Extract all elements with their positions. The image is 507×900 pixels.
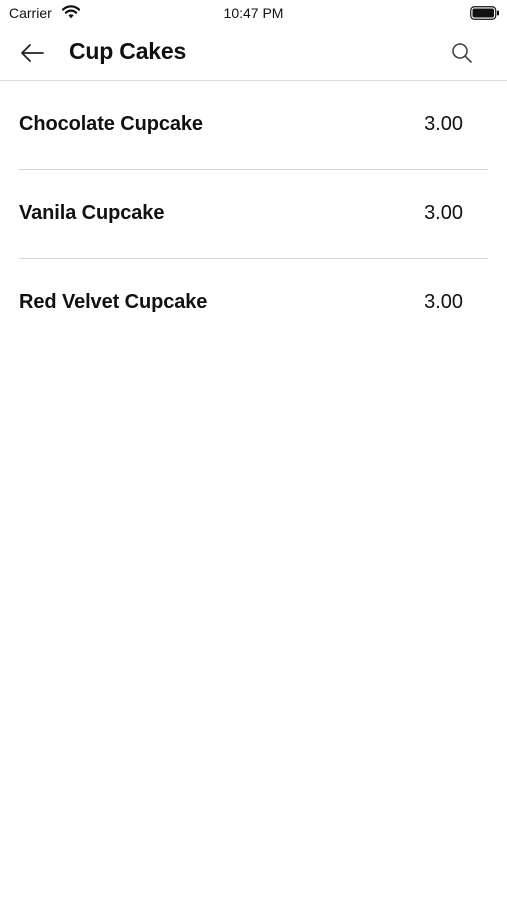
navigation-bar: Cup Cakes bbox=[0, 28, 507, 81]
item-price: 3.00 bbox=[424, 291, 463, 313]
list-item[interactable]: Chocolate Cupcake 3.00 bbox=[19, 81, 488, 170]
item-name: Red Velvet Cupcake bbox=[19, 291, 208, 313]
status-bar: Carrier 10:47 PM bbox=[0, 0, 507, 28]
status-time: 10:47 PM bbox=[223, 5, 284, 21]
search-icon bbox=[452, 43, 472, 63]
battery-icon bbox=[470, 6, 500, 25]
back-button[interactable] bbox=[14, 38, 50, 68]
item-price: 3.00 bbox=[424, 202, 463, 224]
cupcake-list: Chocolate Cupcake 3.00 Vanila Cupcake 3.… bbox=[0, 81, 507, 347]
arrow-left-icon bbox=[21, 44, 44, 62]
item-price: 3.00 bbox=[424, 113, 463, 135]
item-name: Chocolate Cupcake bbox=[19, 113, 203, 135]
search-button[interactable] bbox=[444, 38, 480, 68]
item-name: Vanila Cupcake bbox=[19, 202, 165, 224]
list-item[interactable]: Red Velvet Cupcake 3.00 bbox=[19, 259, 488, 347]
list-item[interactable]: Vanila Cupcake 3.00 bbox=[19, 170, 488, 259]
page-title: Cup Cakes bbox=[69, 38, 187, 64]
